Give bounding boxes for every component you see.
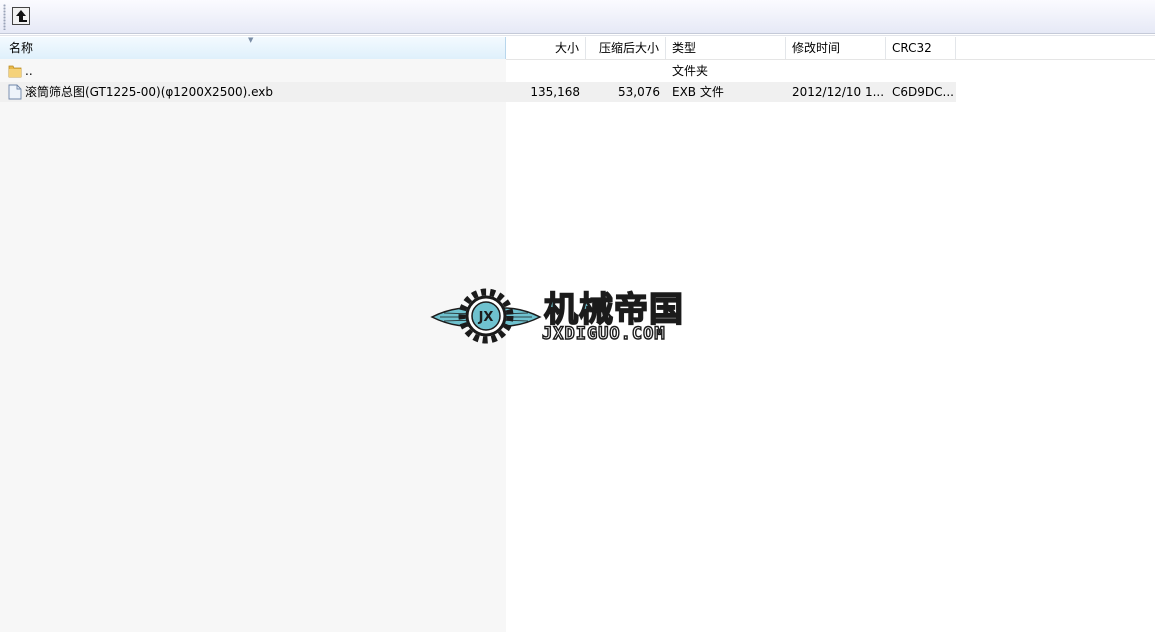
column-label-modified: 修改时间 (792, 41, 841, 55)
column-label-crc: CRC32 (892, 41, 932, 55)
file-size: 135,168 (530, 85, 580, 99)
file-name: 滚筒筛总图(GT1225-00)(φ1200X2500).exb (25, 85, 273, 99)
divider (0, 35, 1155, 36)
file-size (506, 61, 580, 81)
file-type: 文件夹 (672, 64, 709, 78)
file-modified (792, 61, 884, 81)
column-header: ▼ 名称 大小 压缩后大小 类型 修改时间 CRC32 (0, 37, 1155, 60)
toolbar (0, 0, 1155, 34)
column-header-packed[interactable]: 压缩后大小 (586, 37, 666, 59)
column-header-size[interactable]: 大小 (506, 37, 586, 59)
list-item[interactable]: 滚筒筛总图(GT1225-00)(φ1200X2500).exb 135,168… (0, 82, 956, 102)
column-label-type: 类型 (672, 41, 697, 55)
file-icon (8, 84, 22, 100)
sort-indicator-icon: ▼ (248, 37, 254, 44)
file-packed-size (586, 61, 660, 81)
gear-wings-icon: JX (430, 288, 542, 344)
file-type: EXB 文件 (672, 85, 724, 99)
column-header-name[interactable]: ▼ 名称 (0, 37, 506, 59)
file-modified: 2012/12/10 1... (792, 85, 884, 99)
watermark-badge: JX (478, 310, 494, 325)
up-arrow-icon (16, 10, 27, 22)
column-header-crc[interactable]: CRC32 (886, 37, 956, 59)
file-packed-size: 53,076 (618, 85, 660, 99)
watermark-logo: JX 机械帝国 JXDIGUO.COM (430, 284, 726, 348)
folder-icon (8, 65, 22, 78)
watermark-url: JXDIGUO.COM (541, 323, 666, 344)
file-crc: C6D9DC... (892, 85, 954, 99)
toolbar-grip[interactable] (3, 4, 6, 30)
up-folder-button[interactable] (12, 7, 30, 25)
column-header-type[interactable]: 类型 (666, 37, 786, 59)
file-name: .. (25, 64, 33, 78)
column-header-modified[interactable]: 修改时间 (786, 37, 886, 59)
column-label-packed: 压缩后大小 (598, 41, 659, 55)
list-item[interactable]: .. 文件夹 (0, 61, 956, 81)
column-label-size: 大小 (554, 41, 579, 55)
column-label-name: 名称 (9, 41, 34, 55)
file-crc (892, 61, 954, 81)
